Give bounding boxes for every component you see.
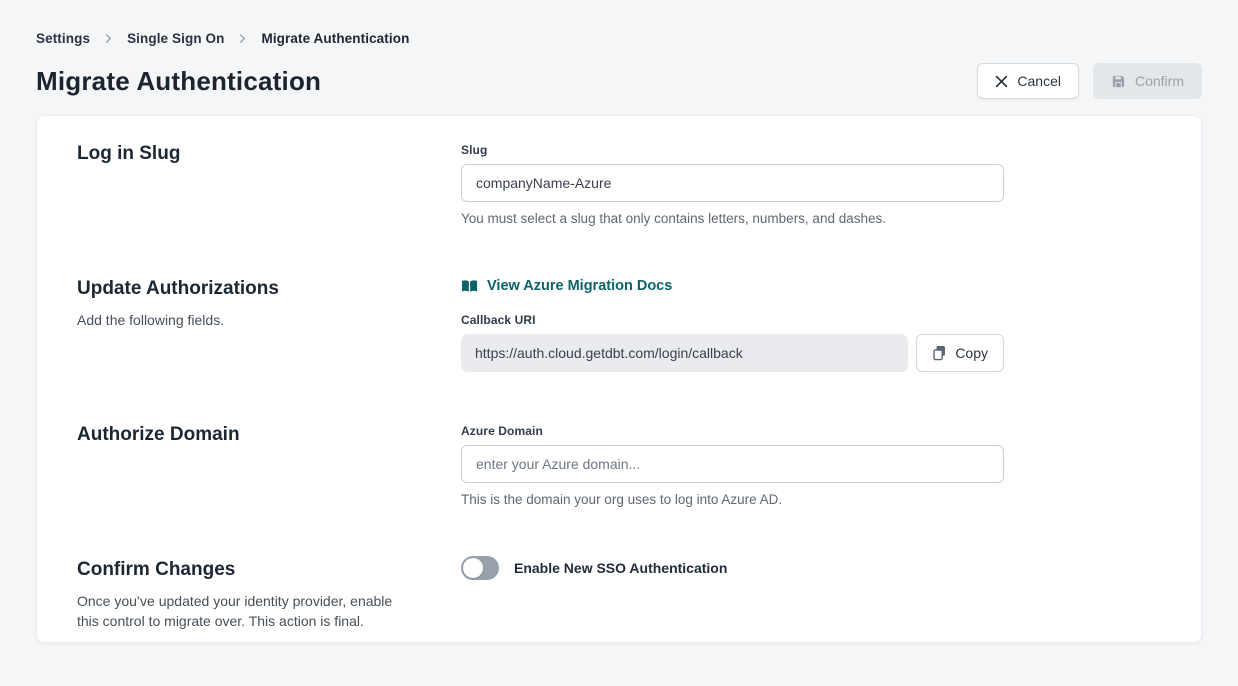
- section-login-slug: Log in Slug Slug You must select a slug …: [77, 143, 1161, 226]
- copy-button-label: Copy: [955, 345, 988, 361]
- section-confirm-changes-right: Enable New SSO Authentication: [461, 559, 1004, 631]
- section-authorize-domain: Authorize Domain Azure Domain This is th…: [77, 424, 1161, 507]
- callback-uri-field[interactable]: [461, 334, 908, 372]
- slug-input[interactable]: [461, 164, 1004, 202]
- close-icon: [995, 75, 1008, 88]
- cancel-button[interactable]: Cancel: [977, 63, 1079, 99]
- section-authorize-domain-left: Authorize Domain: [77, 424, 461, 507]
- enable-sso-toggle[interactable]: [461, 556, 499, 580]
- section-confirm-changes: Confirm Changes Once you’ve updated your…: [77, 559, 1161, 631]
- confirm-button[interactable]: Confirm: [1093, 63, 1202, 99]
- azure-domain-helper-text: This is the domain your org uses to log …: [461, 492, 1004, 507]
- section-update-authorizations-right: View Azure Migration Docs Callback URI C…: [461, 278, 1004, 372]
- header-actions: Cancel Confirm: [977, 63, 1202, 99]
- page-title: Migrate Authentication: [36, 66, 321, 97]
- chevron-right-icon: [237, 33, 248, 44]
- update-authorizations-heading: Update Authorizations: [77, 278, 461, 301]
- confirm-button-label: Confirm: [1135, 73, 1184, 89]
- copy-button[interactable]: Copy: [916, 334, 1004, 372]
- azure-domain-input[interactable]: [461, 445, 1004, 483]
- save-icon: [1111, 74, 1126, 89]
- open-book-icon: [461, 279, 478, 294]
- migrate-authentication-page: Settings Single Sign On Migrate Authenti…: [0, 0, 1238, 686]
- authorize-domain-heading: Authorize Domain: [77, 424, 461, 447]
- cancel-button-label: Cancel: [1017, 73, 1061, 89]
- callback-uri-label: Callback URI: [461, 313, 1004, 327]
- login-slug-heading: Log in Slug: [77, 143, 461, 166]
- breadcrumb: Settings Single Sign On Migrate Authenti…: [36, 0, 1202, 46]
- breadcrumb-migrate-authentication: Migrate Authentication: [261, 31, 409, 46]
- confirm-changes-description: Once you’ve updated your identity provid…: [77, 591, 409, 632]
- section-confirm-changes-left: Confirm Changes Once you’ve updated your…: [77, 559, 461, 631]
- section-update-authorizations: Update Authorizations Add the following …: [77, 278, 1161, 372]
- azure-domain-label: Azure Domain: [461, 424, 1004, 438]
- sso-toggle-row: Enable New SSO Authentication: [461, 556, 1004, 580]
- section-update-authorizations-left: Update Authorizations Add the following …: [77, 278, 461, 372]
- copy-icon: [932, 345, 947, 361]
- breadcrumb-settings[interactable]: Settings: [36, 31, 90, 46]
- section-login-slug-left: Log in Slug: [77, 143, 461, 226]
- slug-helper-text: You must select a slug that only contain…: [461, 211, 1004, 226]
- section-login-slug-right: Slug You must select a slug that only co…: [461, 143, 1004, 226]
- enable-sso-toggle-label: Enable New SSO Authentication: [514, 560, 727, 576]
- azure-migration-docs-link-label: View Azure Migration Docs: [487, 278, 672, 294]
- chevron-right-icon: [103, 33, 114, 44]
- section-authorize-domain-right: Azure Domain This is the domain your org…: [461, 424, 1004, 507]
- callback-uri-row: Copy: [461, 334, 1004, 372]
- update-authorizations-description: Add the following fields.: [77, 310, 409, 330]
- settings-card: Log in Slug Slug You must select a slug …: [36, 115, 1202, 643]
- toggle-knob: [463, 558, 483, 578]
- slug-label: Slug: [461, 143, 1004, 157]
- azure-migration-docs-link[interactable]: View Azure Migration Docs: [461, 278, 672, 294]
- confirm-changes-heading: Confirm Changes: [77, 559, 461, 582]
- breadcrumb-single-sign-on[interactable]: Single Sign On: [127, 31, 224, 46]
- page-header: Migrate Authentication Cancel Confirm: [36, 63, 1202, 99]
